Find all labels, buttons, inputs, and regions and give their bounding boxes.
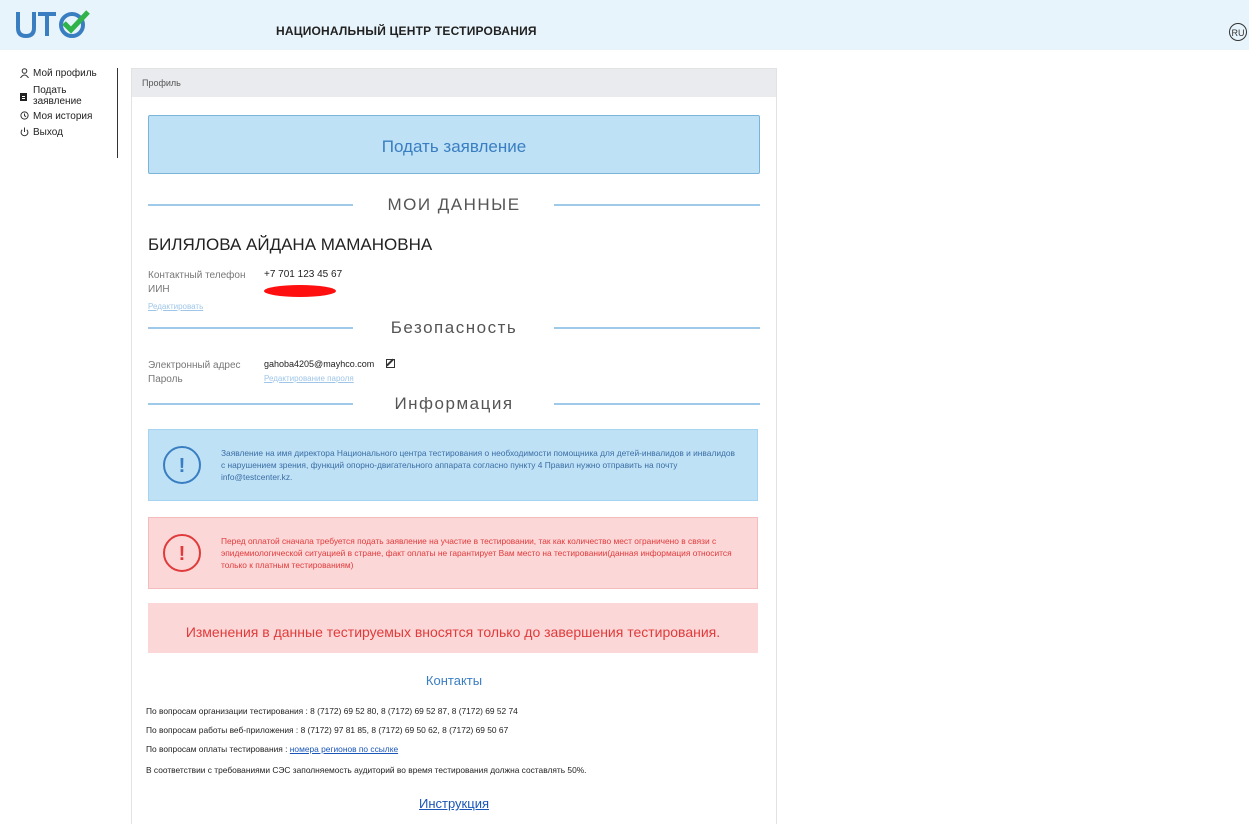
info-alert: ! Заявление на имя директора Национально… bbox=[148, 429, 758, 501]
section-heading-info: Информация bbox=[148, 392, 760, 416]
contact-line-organization: По вопросам организации тестирования : 8… bbox=[146, 706, 518, 716]
info-alert-text: Заявление на имя директора Национального… bbox=[221, 448, 736, 482]
breadcrumb: Профиль bbox=[132, 69, 776, 97]
danger-alert: ! Перед оплатой сначала требуется подать… bbox=[148, 517, 758, 589]
divider bbox=[554, 403, 760, 405]
phone-label: Контактный телефон bbox=[148, 270, 246, 281]
sidebar-item-submit-application[interactable]: Подать заявление bbox=[20, 85, 120, 107]
submit-application-button[interactable]: Подать заявление bbox=[148, 115, 760, 174]
edit-profile-link[interactable]: Редактировать bbox=[148, 302, 203, 311]
sidebar-item-label: Подать заявление bbox=[33, 85, 82, 107]
contact-line-payment-prefix: По вопросам оплаты тестирования : bbox=[146, 744, 290, 754]
sidebar-item-logout[interactable]: Выход bbox=[20, 127, 120, 140]
danger-alert-text: Перед оплатой сначала требуется подать з… bbox=[221, 536, 732, 570]
top-header: НАЦИОНАЛЬНЫЙ ЦЕНТР ТЕСТИРОВАНИЯ RU bbox=[0, 0, 1249, 50]
profile-panel: Профиль Подать заявление МОИ ДАННЫЕ БИЛЯ… bbox=[131, 68, 777, 824]
file-icon bbox=[20, 85, 30, 104]
site-title: НАЦИОНАЛЬНЫЙ ЦЕНТР ТЕСТИРОВАНИЯ bbox=[276, 24, 537, 38]
contact-line-web-app: По вопросам работы веб-приложения : 8 (7… bbox=[146, 725, 509, 735]
exclamation-icon: ! bbox=[163, 446, 201, 484]
language-switch-button[interactable]: RU bbox=[1229, 23, 1247, 41]
edit-email-icon[interactable] bbox=[386, 359, 395, 368]
phone-value: +7 701 123 45 67 bbox=[264, 269, 343, 280]
contacts-title: Контакты bbox=[425, 673, 483, 688]
email-value: gahoba4205@mayhco.com bbox=[264, 359, 375, 369]
email-label: Электронный адрес bbox=[148, 360, 241, 371]
sidebar-divider bbox=[117, 68, 118, 158]
divider bbox=[554, 327, 760, 329]
section-heading-my-data: МОИ ДАННЫЕ bbox=[148, 193, 760, 217]
instruction-link[interactable]: Инструкция bbox=[132, 796, 776, 811]
sidebar-item-label: Мой профиль bbox=[33, 68, 97, 79]
contact-line-payment: По вопросам оплаты тестирования : номера… bbox=[146, 744, 398, 754]
sidebar-item-label: Выход bbox=[33, 127, 63, 138]
history-icon bbox=[20, 111, 30, 123]
sidebar-item-my-history[interactable]: Моя история bbox=[20, 111, 120, 123]
edit-password-link[interactable]: Редактирование пароля bbox=[264, 374, 354, 383]
iin-label: ИИН bbox=[148, 284, 170, 295]
power-icon bbox=[20, 127, 30, 140]
sidebar: Мой профиль Подать заявление Моя история… bbox=[20, 68, 120, 144]
divider bbox=[554, 204, 760, 206]
sidebar-item-label: Моя история bbox=[33, 111, 93, 122]
utc-logo-icon[interactable] bbox=[12, 8, 92, 40]
user-icon bbox=[20, 68, 30, 81]
password-label: Пароль bbox=[148, 374, 183, 385]
section-heading-security: Безопасность bbox=[148, 316, 760, 340]
regions-numbers-link[interactable]: номера регионов по ссылке bbox=[290, 744, 398, 754]
changes-notice: Изменения в данные тестируемых вносятся … bbox=[148, 603, 758, 653]
contact-line-ses: В соответствии с требованиями СЭС заполн… bbox=[146, 765, 587, 775]
exclamation-icon: ! bbox=[163, 534, 201, 572]
sidebar-item-my-profile[interactable]: Мой профиль bbox=[20, 68, 120, 81]
full-name: БИЛЯЛОВА АЙДАНА МАМАНОВНА bbox=[148, 235, 433, 254]
iin-redaction bbox=[264, 285, 336, 297]
